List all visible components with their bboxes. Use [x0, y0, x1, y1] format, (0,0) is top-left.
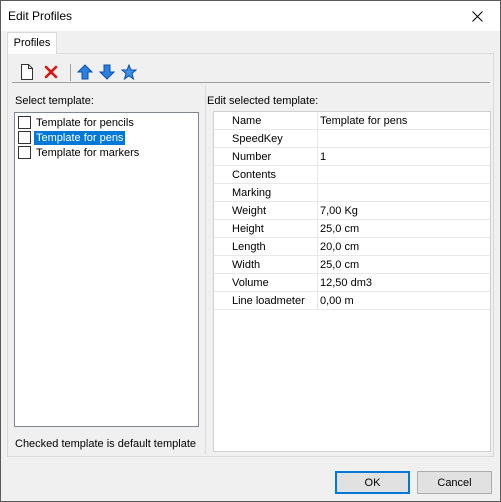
move-up-icon [77, 64, 93, 80]
property-name: Number [232, 151, 272, 163]
column-separator [317, 220, 318, 238]
property-name: Contents [232, 169, 277, 181]
move-up-button[interactable] [76, 63, 94, 81]
column-separator [317, 148, 318, 166]
profiles-tab-panel: Select template: Template for pencils Te… [7, 53, 494, 457]
default-template-hint: Checked template is default template [15, 438, 196, 450]
property-row[interactable]: SpeedKey [214, 130, 490, 148]
property-value[interactable]: Template for pens [320, 115, 407, 127]
column-separator [317, 256, 318, 274]
property-name: Height [232, 223, 264, 235]
move-down-button[interactable] [98, 63, 116, 81]
property-name: SpeedKey [232, 133, 283, 145]
column-separator [317, 166, 318, 184]
new-icon [21, 64, 33, 80]
property-name: Length [232, 241, 266, 253]
property-value[interactable]: 20,0 cm [320, 241, 359, 253]
property-value[interactable]: 25,0 cm [320, 223, 359, 235]
property-row[interactable]: Width 25,0 cm [214, 256, 490, 274]
ok-button[interactable]: OK [335, 471, 410, 494]
column-separator [317, 130, 318, 148]
toolbar-separator [70, 64, 71, 81]
tab-profiles[interactable]: Profiles [7, 32, 57, 54]
favorite-button[interactable] [120, 63, 138, 81]
toolbar [12, 60, 490, 83]
template-checkbox[interactable] [18, 131, 31, 144]
edit-template-label: Edit selected template: [207, 95, 319, 107]
property-value[interactable]: 1 [320, 151, 326, 163]
window-title: Edit Profiles [8, 9, 73, 23]
move-down-icon [99, 64, 115, 80]
title-bar: Edit Profiles [1, 1, 500, 31]
list-item[interactable]: Template for pens [17, 130, 195, 145]
favorite-icon [121, 64, 137, 80]
column-separator [317, 238, 318, 256]
cancel-button[interactable]: Cancel [417, 471, 492, 494]
property-row[interactable]: Line loadmeter 0,00 m [214, 292, 490, 310]
list-item[interactable]: Template for pencils [17, 115, 195, 130]
edit-profiles-dialog: Edit Profiles Profiles Select template: … [0, 0, 501, 502]
property-value[interactable]: 7,00 Kg [320, 205, 358, 217]
property-value[interactable]: 0,00 m [320, 295, 354, 307]
column-separator [317, 292, 318, 310]
select-template-label: Select template: [15, 95, 94, 107]
property-row[interactable]: Contents [214, 166, 490, 184]
property-name: Line loadmeter [232, 295, 305, 307]
property-name: Weight [232, 205, 267, 217]
property-name: Marking [232, 187, 272, 199]
close-button[interactable] [454, 1, 500, 31]
property-value[interactable]: 12,50 dm3 [320, 277, 372, 289]
template-checkbox[interactable] [18, 146, 31, 159]
template-checkbox[interactable] [18, 116, 31, 129]
template-label: Template for markers [36, 146, 140, 159]
panel-divider [205, 86, 206, 454]
property-value[interactable]: 25,0 cm [320, 259, 359, 271]
close-icon [471, 10, 483, 22]
delete-button[interactable] [42, 63, 60, 81]
property-name: Width [232, 259, 261, 271]
property-row[interactable]: Volume 12,50 dm3 [214, 274, 490, 292]
property-name: Volume [232, 277, 269, 289]
column-separator [317, 184, 318, 202]
column-separator [317, 202, 318, 220]
property-row[interactable]: Length 20,0 cm [214, 238, 490, 256]
template-label: Template for pens [34, 130, 126, 145]
template-list[interactable]: Template for pencils Template for pens T… [14, 112, 199, 427]
list-item[interactable]: Template for markers [17, 145, 195, 160]
property-row[interactable]: Marking [214, 184, 490, 202]
column-separator [317, 274, 318, 292]
property-grid: Name Template for pens SpeedKey Number 1… [213, 111, 491, 452]
column-separator [317, 112, 318, 130]
property-name: Name [232, 115, 262, 127]
property-row[interactable]: Weight 7,00 Kg [214, 202, 490, 220]
property-row[interactable]: Name Template for pens [214, 112, 490, 130]
delete-icon [44, 65, 58, 79]
property-row[interactable]: Number 1 [214, 148, 490, 166]
dialog-footer: OK Cancel [1, 463, 500, 501]
new-button[interactable] [18, 63, 36, 81]
template-label: Template for pencils [36, 116, 134, 129]
property-row[interactable]: Height 25,0 cm [214, 220, 490, 238]
